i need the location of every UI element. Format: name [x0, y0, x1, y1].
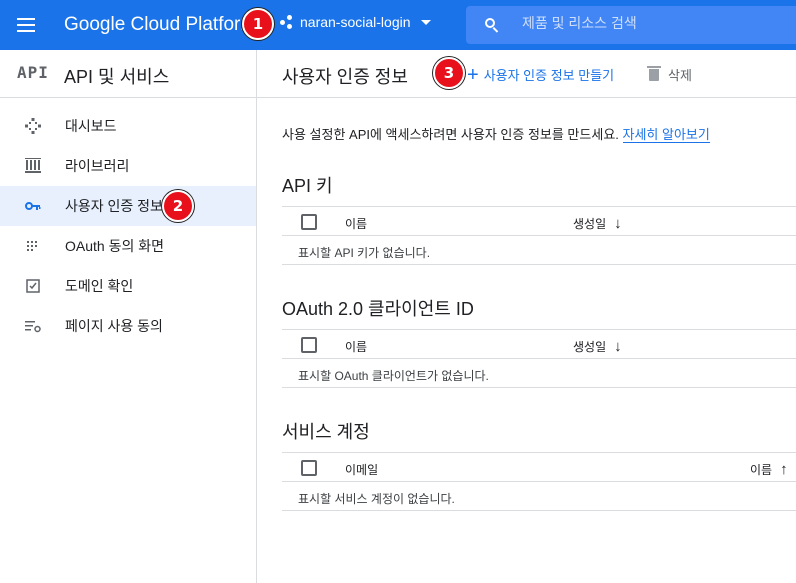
create-credentials-label: 사용자 인증 정보 만들기: [483, 68, 615, 83]
api-keys-table: 이름 생성일 ↓ 표시할 API 키가 없습니다.: [282, 206, 796, 265]
service-accounts-title: 서비스 계정: [282, 422, 370, 442]
select-all-checkbox[interactable]: [301, 337, 317, 353]
brand-title[interactable]: Google Cloud Platform: [64, 14, 242, 36]
select-all-checkbox[interactable]: [301, 214, 317, 230]
empty-message: 표시할 API 키가 없습니다.: [298, 246, 431, 260]
sidebar-item-credentials[interactable]: 사용자 인증 정보: [0, 186, 256, 226]
project-selector[interactable]: naran-social-login: [280, 14, 431, 30]
service-accounts-table: 이메일 이름 ↑ 표시할 서비스 계정이 없습니다.: [282, 452, 796, 511]
sidebar-title: API 및 서비스: [64, 67, 170, 87]
create-credentials-button[interactable]: + 사용자 인증 정보 만들기: [467, 63, 615, 86]
table-empty-row: 표시할 OAuth 클라이언트가 없습니다.: [282, 359, 796, 388]
plus-icon: +: [467, 63, 479, 86]
sidebar-item-label: 라이브러리: [65, 158, 130, 174]
project-icon: [280, 15, 294, 29]
sidebar-item-dashboard[interactable]: 대시보드: [0, 106, 256, 146]
sidebar-item-label: 도메인 확인: [65, 278, 134, 294]
dashboard-icon: [25, 118, 41, 134]
page-title: 사용자 인증 정보: [282, 67, 408, 87]
intro-description: 사용 설정한 API에 액세스하려면 사용자 인증 정보를 만드세요.: [282, 127, 619, 142]
column-name[interactable]: 이름 ↑: [750, 461, 788, 478]
sidebar-item-oauth-consent[interactable]: OAuth 동의 화면: [0, 226, 256, 266]
trash-icon: [647, 65, 661, 81]
delete-button[interactable]: 삭제: [647, 65, 692, 84]
hamburger-menu-icon[interactable]: [14, 13, 38, 37]
project-name: naran-social-login: [300, 14, 411, 30]
sort-up-icon: ↑: [780, 460, 788, 478]
learn-more-link[interactable]: 자세히 알아보기: [622, 127, 710, 143]
annotation-badge: 1: [242, 8, 274, 40]
api-logo: API: [17, 63, 49, 82]
column-label: 생성일: [573, 217, 607, 231]
domain-check-icon: [26, 279, 40, 293]
sidebar-item-label: OAuth 동의 화면: [65, 238, 164, 254]
table-empty-row: 표시할 API 키가 없습니다.: [282, 236, 796, 265]
intro-text: 사용 설정한 API에 액세스하려면 사용자 인증 정보를 만드세요. 자세히 …: [282, 124, 710, 143]
main-content: 사용자 인증 정보 + 사용자 인증 정보 만들기 삭제 사용 설정한 API에…: [257, 50, 796, 583]
oauth-clients-table: 이름 생성일 ↓ 표시할 OAuth 클라이언트가 없습니다.: [282, 329, 796, 388]
column-name: 이름: [345, 217, 368, 231]
sort-down-icon: ↓: [614, 337, 622, 355]
table-header: 이름 생성일 ↓: [282, 206, 796, 236]
sort-down-icon: ↓: [614, 214, 622, 232]
select-all-checkbox[interactable]: [301, 460, 317, 476]
column-label: 이름: [750, 463, 773, 477]
column-email: 이메일: [345, 463, 379, 477]
library-icon: [25, 158, 41, 173]
dropdown-arrow-icon: [420, 19, 431, 25]
column-name: 이름: [345, 340, 368, 354]
sidebar-header: API API 및 서비스: [0, 50, 256, 98]
column-label: 생성일: [573, 340, 607, 354]
empty-message: 표시할 서비스 계정이 없습니다.: [298, 492, 455, 506]
sidebar-item-library[interactable]: 라이브러리: [0, 146, 256, 186]
oauth-clients-title: OAuth 2.0 클라이언트 ID: [282, 299, 474, 319]
api-keys-title: API 키: [282, 176, 333, 196]
empty-message: 표시할 OAuth 클라이언트가 없습니다.: [298, 369, 489, 383]
sidebar-item-page-consent[interactable]: 페이지 사용 동의: [0, 306, 256, 346]
column-created-date[interactable]: 생성일 ↓: [573, 338, 622, 355]
annotation-badge: 3: [433, 57, 465, 89]
sidebar-nav: 대시보드 라이브러리 사용자 인증 정보 OAuth 동의 화면 도메인 확인 …: [0, 106, 256, 346]
column-created-date[interactable]: 생성일 ↓: [573, 215, 622, 232]
table-header: 이름 생성일 ↓: [282, 329, 796, 359]
top-bar: Google Cloud Platform naran-social-login: [0, 0, 796, 50]
search-icon: [485, 18, 499, 33]
key-icon: [25, 202, 41, 210]
table-header: 이메일 이름 ↑: [282, 452, 796, 482]
sidebar-item-label: 대시보드: [65, 118, 117, 134]
main-header: 사용자 인증 정보 + 사용자 인증 정보 만들기 삭제: [257, 50, 796, 98]
sidebar-item-label: 페이지 사용 동의: [65, 318, 163, 334]
page-consent-icon: [25, 321, 41, 333]
sidebar-item-label: 사용자 인증 정보: [65, 198, 163, 214]
annotation-badge: 2: [162, 190, 194, 222]
sidebar: API API 및 서비스 대시보드 라이브러리 사용자 인증 정보 OAuth…: [0, 50, 257, 583]
oauth-consent-icon: [27, 241, 37, 251]
search-input[interactable]: [522, 15, 782, 31]
sidebar-item-domain-verification[interactable]: 도메인 확인: [0, 266, 256, 306]
search-bar[interactable]: [466, 6, 796, 44]
table-empty-row: 표시할 서비스 계정이 없습니다.: [282, 482, 796, 511]
delete-label: 삭제: [668, 68, 692, 83]
